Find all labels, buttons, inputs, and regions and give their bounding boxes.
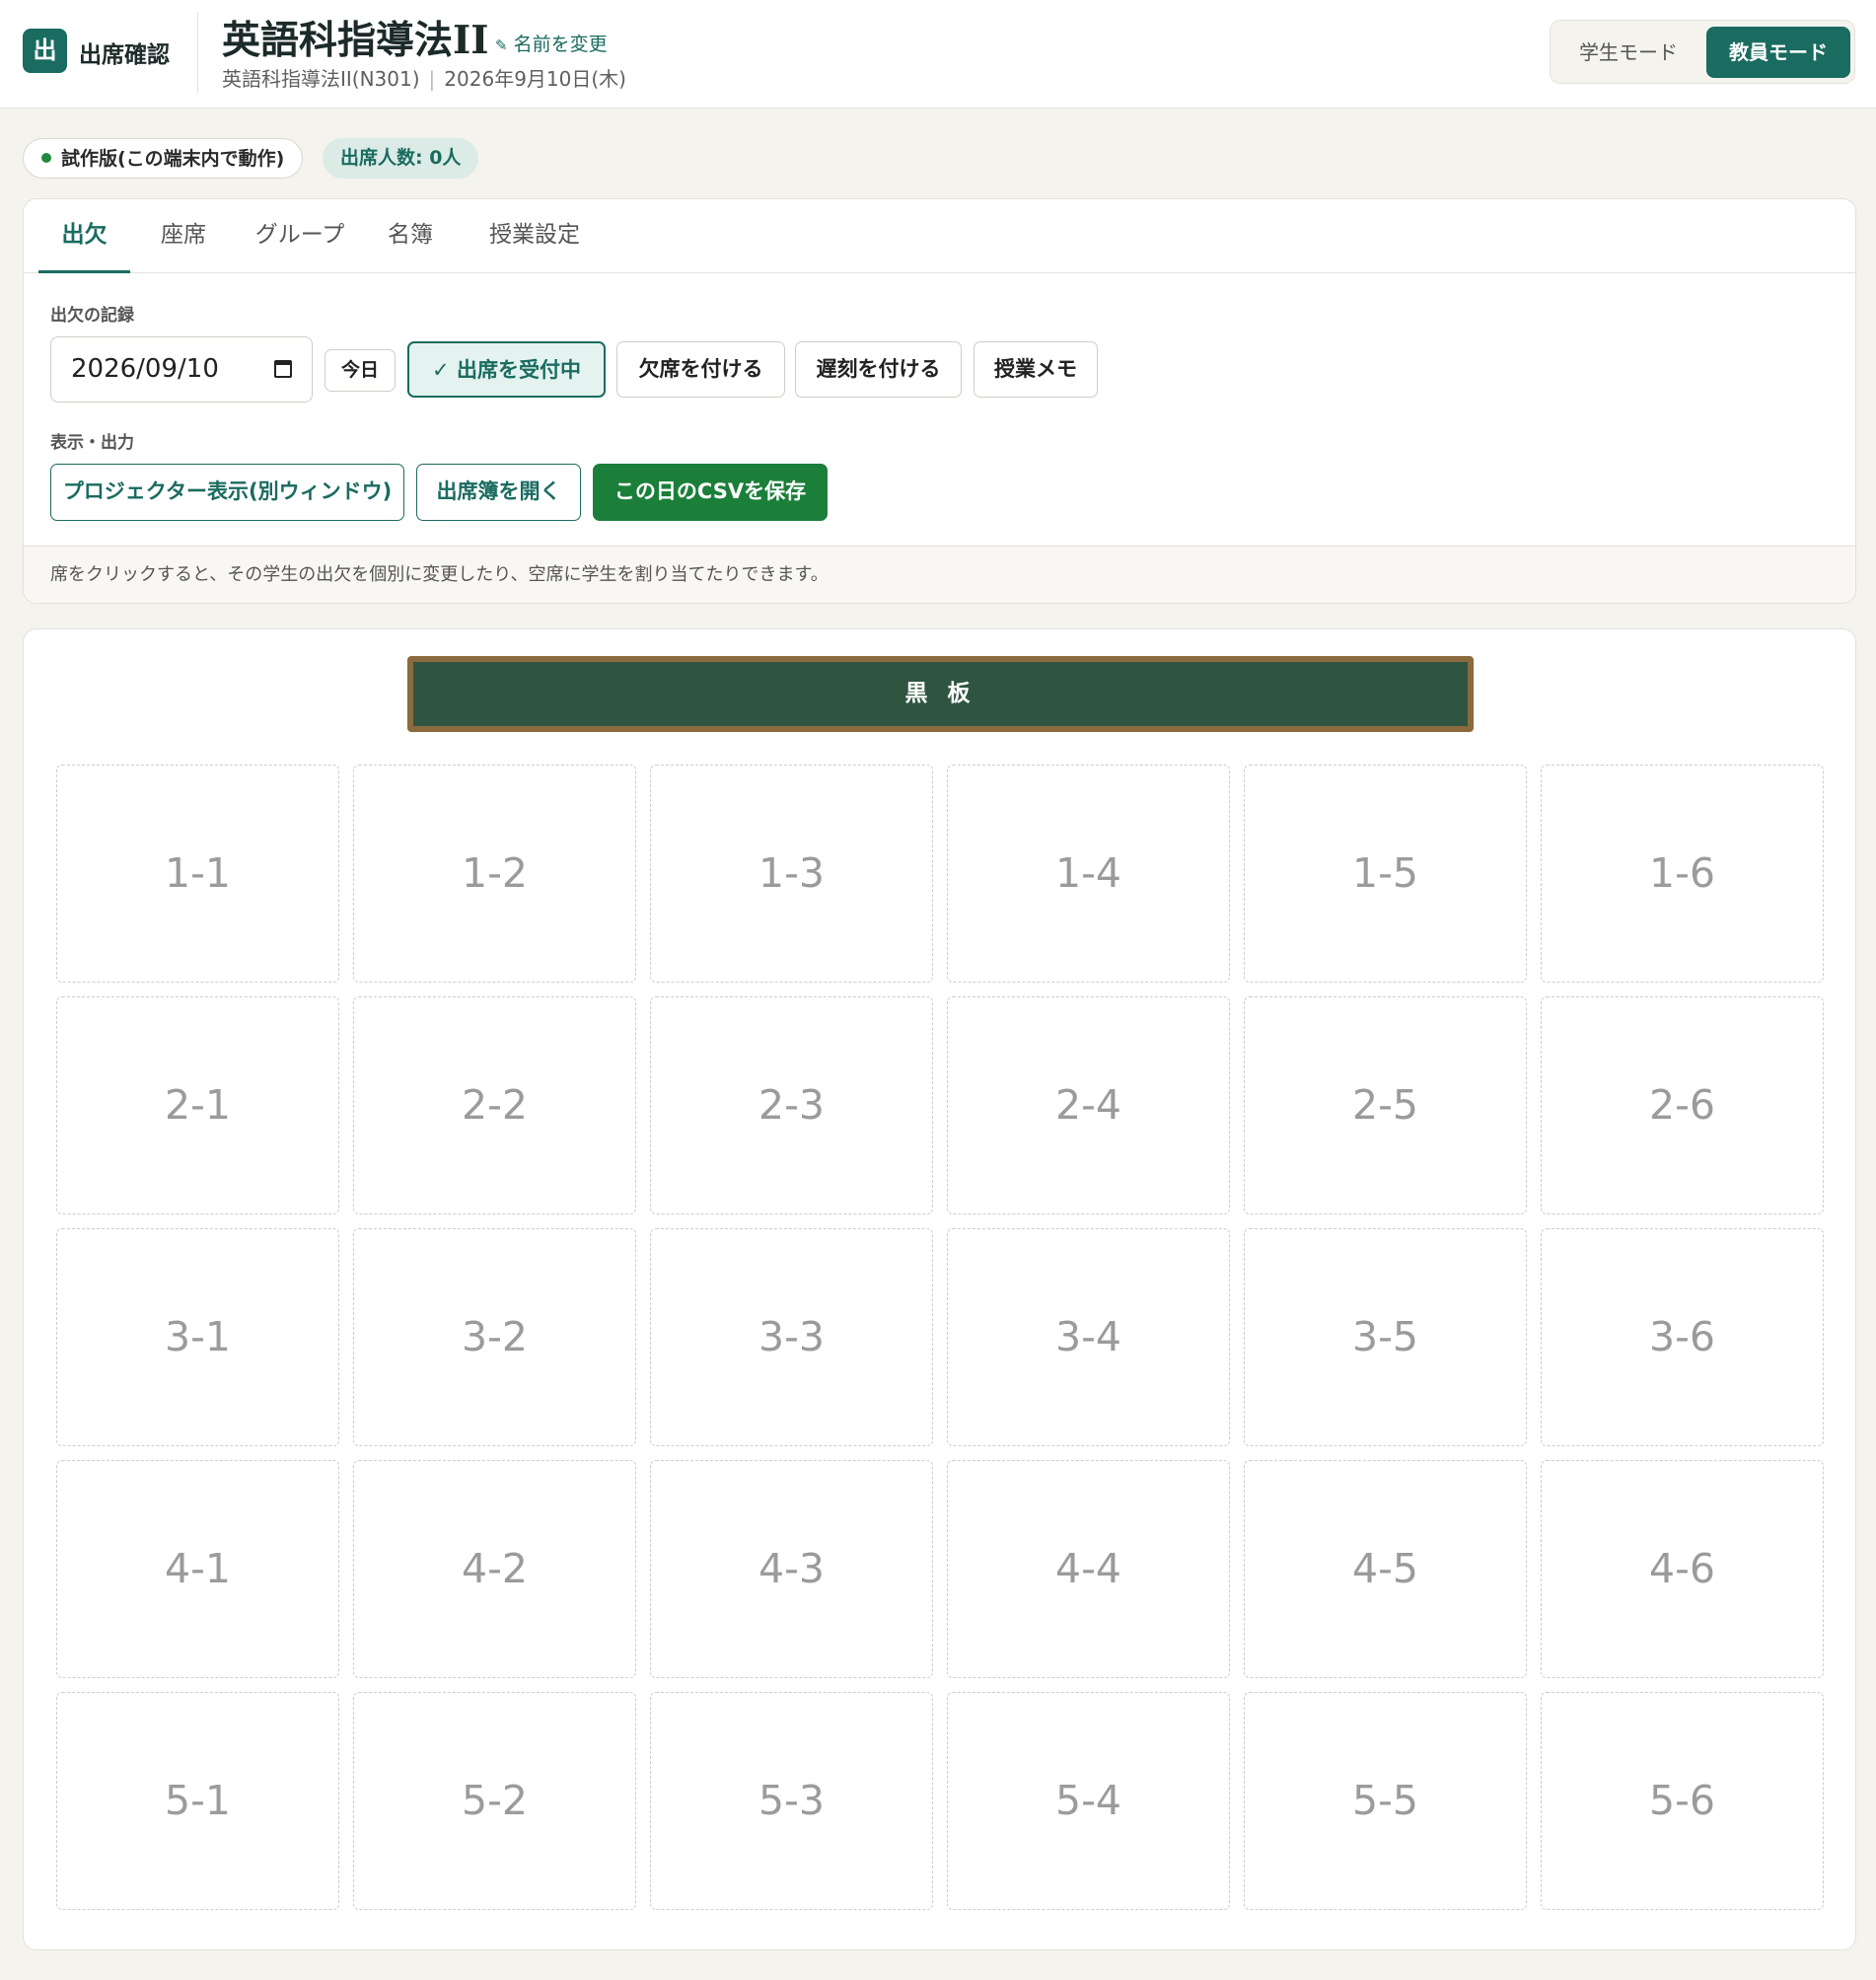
seat-4-2[interactable]: 4-2 bbox=[353, 1460, 636, 1678]
blackboard: 黒 板 bbox=[407, 656, 1474, 732]
seat-2-6[interactable]: 2-6 bbox=[1541, 996, 1824, 1214]
app-logo: 出 bbox=[23, 29, 67, 73]
seat-2-1[interactable]: 2-1 bbox=[56, 996, 339, 1214]
status-dot-icon bbox=[41, 152, 51, 163]
header-divider bbox=[197, 12, 198, 93]
seat-3-1[interactable]: 3-1 bbox=[56, 1228, 339, 1446]
seat-2-3[interactable]: 2-3 bbox=[650, 996, 933, 1214]
seat-1-4[interactable]: 1-4 bbox=[947, 765, 1230, 983]
teacher-mode-button[interactable]: 教員モード bbox=[1706, 27, 1850, 78]
seat-3-6[interactable]: 3-6 bbox=[1541, 1228, 1824, 1446]
seat-4-6[interactable]: 4-6 bbox=[1541, 1460, 1824, 1678]
seat-4-5[interactable]: 4-5 bbox=[1244, 1460, 1527, 1678]
open-roster-button[interactable]: 出席簿を開く bbox=[416, 464, 581, 521]
rename-link[interactable]: ✎ 名前を変更 bbox=[495, 30, 608, 56]
app-header: 出 出席確認 英語科指導法II ✎ 名前を変更 英語科指導法II(N301) | 20… bbox=[0, 0, 1876, 109]
seat-2-5[interactable]: 2-5 bbox=[1244, 996, 1527, 1214]
attendance-count-badge: 出席人数: 0人 bbox=[323, 138, 479, 179]
seat-4-1[interactable]: 4-1 bbox=[56, 1460, 339, 1678]
seat-3-5[interactable]: 3-5 bbox=[1244, 1228, 1527, 1446]
prototype-label: 試作版(この端末内で動作) bbox=[61, 148, 285, 170]
seat-5-2[interactable]: 5-2 bbox=[353, 1692, 636, 1910]
student-mode-button[interactable]: 学生モード bbox=[1556, 27, 1700, 78]
accepting-attendance-button[interactable]: ✓ 出席を受付中 bbox=[407, 341, 606, 398]
seat-1-6[interactable]: 1-6 bbox=[1541, 765, 1824, 983]
prototype-badge: 試作版(この端末内で動作) bbox=[23, 138, 304, 179]
seat-3-4[interactable]: 3-4 bbox=[947, 1228, 1230, 1446]
tab-groups[interactable]: グループ bbox=[246, 199, 354, 273]
app-name: 出席確認 bbox=[79, 42, 170, 68]
seat-5-3[interactable]: 5-3 bbox=[650, 1692, 933, 1910]
mark-late-button[interactable]: 遅刻を付ける bbox=[795, 341, 962, 398]
rename-label: 名前を変更 bbox=[513, 34, 608, 55]
tab-seats[interactable]: 座席 bbox=[149, 199, 218, 273]
seat-3-3[interactable]: 3-3 bbox=[650, 1228, 933, 1446]
course-title: 英語科指導法II bbox=[222, 18, 489, 63]
tab-class-settings[interactable]: 授業設定 bbox=[477, 199, 592, 273]
mark-absent-button[interactable]: 欠席を付ける bbox=[616, 341, 785, 398]
output-section-label: 表示・出力 bbox=[50, 433, 134, 453]
tab-roster[interactable]: 名簿 bbox=[376, 199, 445, 273]
subtitle-separator: | bbox=[428, 67, 436, 91]
seat-2-2[interactable]: 2-2 bbox=[353, 996, 636, 1214]
hint-text: 席をクリックすると、その学生の出欠を個別に変更したり、空席に学生を割り当てたりで… bbox=[24, 546, 1855, 603]
calendar-icon[interactable] bbox=[274, 360, 292, 378]
projector-view-button[interactable]: プロジェクター表示(別ウィンドウ) bbox=[50, 464, 404, 521]
seat-1-5[interactable]: 1-5 bbox=[1244, 765, 1527, 983]
seat-map: 黒 板 1-1 1-2 1-3 1-4 1-5 1-6 2-1 2-2 2-3 2-4 2-5 2-6… bbox=[23, 628, 1856, 1950]
seat-2-4[interactable]: 2-4 bbox=[947, 996, 1230, 1214]
mode-toggle: 学生モード 教員モード bbox=[1550, 20, 1855, 84]
seat-5-4[interactable]: 5-4 bbox=[947, 1692, 1230, 1910]
seat-5-6[interactable]: 5-6 bbox=[1541, 1692, 1824, 1910]
course-code: 英語科指導法II(N301) bbox=[222, 67, 420, 91]
seat-5-5[interactable]: 5-5 bbox=[1244, 1692, 1527, 1910]
save-csv-button[interactable]: この日のCSVを保存 bbox=[593, 464, 828, 521]
tab-bar: 出欠 座席 グループ 名簿 授業設定 bbox=[24, 199, 1855, 273]
seat-1-1[interactable]: 1-1 bbox=[56, 765, 339, 983]
date-value: 2026/09/10 bbox=[71, 354, 219, 384]
class-memo-button[interactable]: 授業メモ bbox=[974, 341, 1098, 398]
seat-4-3[interactable]: 4-3 bbox=[650, 1460, 933, 1678]
date-input[interactable]: 2026/09/10 bbox=[50, 336, 313, 403]
seat-1-3[interactable]: 1-3 bbox=[650, 765, 933, 983]
record-section-label: 出欠の記録 bbox=[50, 306, 134, 326]
today-button[interactable]: 今日 bbox=[325, 349, 396, 392]
seat-5-1[interactable]: 5-1 bbox=[56, 1692, 339, 1910]
course-date: 2026年9月10日(木) bbox=[444, 67, 626, 91]
tab-attendance[interactable]: 出欠 bbox=[38, 199, 130, 273]
seat-1-2[interactable]: 1-2 bbox=[353, 765, 636, 983]
seat-4-4[interactable]: 4-4 bbox=[947, 1460, 1230, 1678]
pencil-icon: ✎ bbox=[495, 37, 508, 54]
attendance-panel: 出欠 座席 グループ 名簿 授業設定 出欠の記録 2026/09/10 今日 ✓… bbox=[23, 198, 1856, 604]
course-subtitle: 英語科指導法II(N301) | 2026年9月10日(木) bbox=[222, 63, 626, 92]
seat-3-2[interactable]: 3-2 bbox=[353, 1228, 636, 1446]
